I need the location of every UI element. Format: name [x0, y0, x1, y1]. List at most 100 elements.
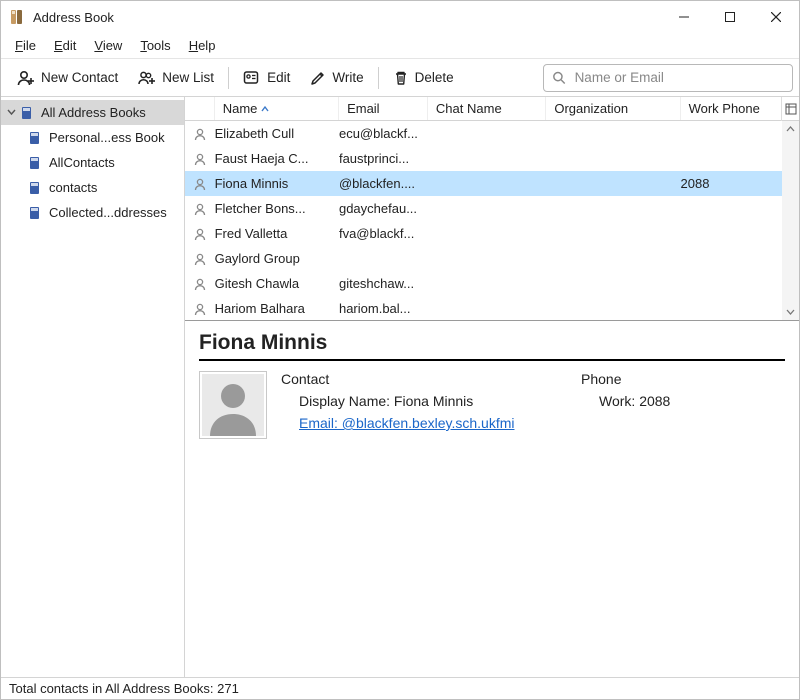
cell-email: fva@blackf... [339, 226, 428, 241]
menu-tools[interactable]: Tools [132, 36, 178, 55]
separator [378, 67, 379, 89]
new-contact-label: New Contact [41, 70, 118, 85]
table-row[interactable]: Hariom Balharahariom.bal... [185, 296, 799, 320]
delete-label: Delete [415, 70, 454, 85]
table-row[interactable]: Fred Vallettafva@blackf... [185, 221, 799, 246]
tree-root-all-address-books[interactable]: All Address Books [1, 100, 184, 125]
detail-name: Fiona Minnis [199, 331, 785, 355]
person-icon [185, 302, 215, 316]
search-box[interactable] [543, 64, 793, 92]
trash-icon [393, 70, 409, 86]
edit-label: Edit [267, 70, 290, 85]
status-text: Total contacts in All Address Books: 271 [9, 681, 239, 696]
maximize-button[interactable] [707, 1, 753, 33]
menu-help[interactable]: Help [181, 36, 224, 55]
card-edit-icon [243, 69, 261, 87]
phone-section-header: Phone [581, 371, 670, 387]
new-list-label: New List [162, 70, 214, 85]
cell-name: Hariom Balhara [215, 301, 339, 316]
list-body: Elizabeth Cullecu@blackf...Faust Haeja C… [185, 121, 799, 320]
cell-email: faustprinci... [339, 151, 428, 166]
cell-email: @blackfen.... [339, 176, 428, 191]
tree-item-allcontacts[interactable]: AllContacts [1, 150, 184, 175]
person-icon [185, 127, 215, 141]
tree-item-label: AllContacts [49, 155, 115, 170]
person-icon [185, 277, 215, 291]
person-icon [185, 202, 215, 216]
cell-name: Gaylord Group [215, 251, 339, 266]
cell-name: Fletcher Bons... [215, 201, 339, 216]
person-icon [185, 227, 215, 241]
cell-email: giteshchaw... [339, 276, 428, 291]
menu-edit[interactable]: Edit [46, 36, 84, 55]
tree-item-contacts[interactable]: contacts [1, 175, 184, 200]
scroll-up-icon[interactable] [782, 121, 799, 138]
vertical-scrollbar[interactable] [782, 121, 799, 320]
cell-email: gdaychefau... [339, 201, 428, 216]
people-plus-icon [138, 69, 156, 87]
cell-name: Fiona Minnis [215, 176, 339, 191]
table-row[interactable]: Gitesh Chawlagiteshchaw... [185, 271, 799, 296]
edit-button[interactable]: Edit [233, 63, 300, 93]
app-icon [9, 9, 25, 25]
contact-section-header: Contact [281, 371, 581, 387]
person-icon [185, 152, 215, 166]
tree-root-label: All Address Books [41, 105, 146, 120]
column-chat[interactable]: Chat Name [428, 97, 546, 120]
work-phone-line: Work: 2088 [581, 393, 670, 409]
scroll-down-icon[interactable] [782, 303, 799, 320]
sort-asc-icon [261, 105, 269, 113]
table-row[interactable]: Gaylord Group [185, 246, 799, 271]
cell-email: ecu@blackf... [339, 126, 428, 141]
contact-list: Name Email Chat Name Organization Work P… [185, 97, 799, 321]
toolbar: New Contact New List Edit Write Delete [1, 59, 799, 97]
cell-name: Fred Valletta [215, 226, 339, 241]
table-row[interactable]: Elizabeth Cullecu@blackf... [185, 121, 799, 146]
person-icon [185, 177, 215, 191]
delete-button[interactable]: Delete [383, 63, 464, 93]
table-row[interactable]: Fiona Minnis@blackfen....2088 [185, 171, 799, 196]
column-email[interactable]: Email [339, 97, 428, 120]
write-label: Write [332, 70, 363, 85]
book-icon [27, 155, 43, 171]
minimize-button[interactable] [661, 1, 707, 33]
menu-view[interactable]: View [86, 36, 130, 55]
menu-file[interactable]: File [7, 36, 44, 55]
book-icon [27, 130, 43, 146]
tree-twisty-icon[interactable] [5, 108, 17, 117]
cell-name: Faust Haeja C... [215, 151, 339, 166]
person-icon [185, 252, 215, 266]
book-icon [27, 180, 43, 196]
column-icon[interactable] [185, 97, 215, 120]
column-org[interactable]: Organization [546, 97, 680, 120]
menubar: File Edit View Tools Help [1, 33, 799, 59]
separator [228, 67, 229, 89]
window: Address Book File Edit View Tools Help N… [0, 0, 800, 700]
display-name-line: Display Name: Fiona Minnis [281, 393, 581, 409]
tree-item-collected[interactable]: Collected...ddresses [1, 200, 184, 225]
tree-item-label: Collected...ddresses [49, 205, 167, 220]
cell-email: hariom.bal... [339, 301, 428, 316]
sidebar: All Address Books Personal...ess Book Al… [1, 97, 185, 677]
column-name[interactable]: Name [215, 97, 339, 120]
new-contact-button[interactable]: New Contact [7, 63, 128, 93]
detail-pane: Fiona Minnis Contact [185, 321, 799, 677]
search-input[interactable] [573, 69, 784, 86]
close-button[interactable] [753, 1, 799, 33]
book-icon [19, 105, 35, 121]
status-bar: Total contacts in All Address Books: 271 [1, 677, 799, 699]
tree-item-personal[interactable]: Personal...ess Book [1, 125, 184, 150]
search-icon [552, 70, 567, 86]
column-picker-button[interactable] [781, 97, 799, 121]
titlebar: Address Book [1, 1, 799, 33]
table-row[interactable]: Fletcher Bons...gdaychefau... [185, 196, 799, 221]
book-icon [27, 205, 43, 221]
window-title: Address Book [33, 10, 114, 25]
divider [199, 359, 785, 361]
email-link[interactable]: Email: @blackfen.bexley.sch.ukfmi [299, 415, 514, 431]
tree-item-label: Personal...ess Book [49, 130, 165, 145]
table-row[interactable]: Faust Haeja C...faustprinci... [185, 146, 799, 171]
new-list-button[interactable]: New List [128, 63, 224, 93]
avatar [199, 371, 267, 439]
write-button[interactable]: Write [300, 63, 373, 93]
